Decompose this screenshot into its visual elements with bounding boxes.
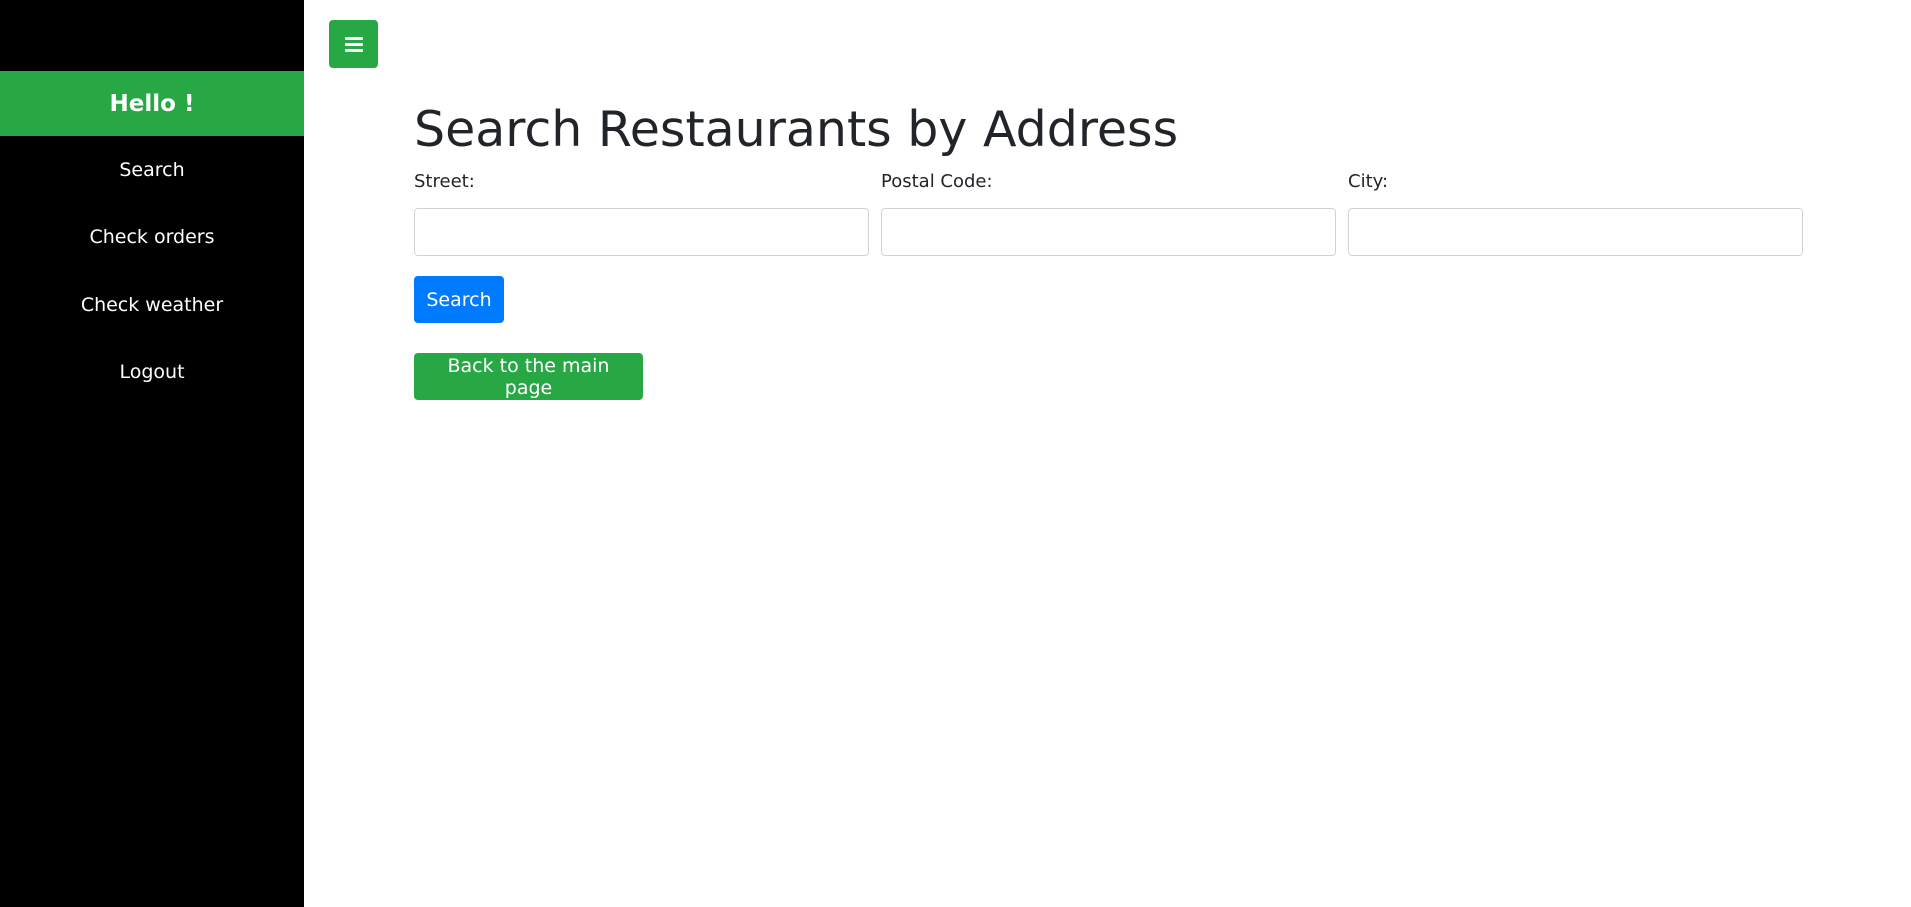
sidebar-greeting: Hello ! bbox=[0, 71, 304, 136]
city-label: City: bbox=[1348, 171, 1389, 192]
hamburger-menu-icon bbox=[344, 36, 363, 52]
postal-code-label: Postal Code: bbox=[881, 171, 993, 192]
menu-toggle-button[interactable] bbox=[329, 20, 378, 68]
sidebar-item-search[interactable]: Search bbox=[0, 136, 304, 204]
back-to-main-button[interactable]: Back to the main page bbox=[414, 353, 643, 400]
postal-code-group: Postal Code: bbox=[881, 170, 1336, 256]
street-label: Street: bbox=[414, 171, 475, 192]
app-root: Hello ! Search Check orders Check weathe… bbox=[0, 0, 1911, 907]
search-button[interactable]: Search bbox=[414, 276, 504, 323]
address-form: Street: Postal Code: City: bbox=[414, 170, 1804, 256]
postal-code-input[interactable] bbox=[881, 208, 1336, 256]
sidebar-item-logout[interactable]: Logout bbox=[0, 339, 304, 407]
city-group: City: bbox=[1348, 170, 1803, 256]
sidebar-item-check-orders[interactable]: Check orders bbox=[0, 204, 304, 272]
city-input[interactable] bbox=[1348, 208, 1803, 256]
street-input[interactable] bbox=[414, 208, 869, 256]
search-panel: Search Restaurants by Address Street: Po… bbox=[414, 98, 1804, 400]
sidebar-nav: Search Check orders Check weather Logout bbox=[0, 136, 304, 406]
main-content: Search Restaurants by Address Street: Po… bbox=[304, 0, 1911, 907]
search-button-row: Search bbox=[414, 256, 1804, 323]
sidebar: Hello ! Search Check orders Check weathe… bbox=[0, 0, 304, 907]
page-title: Search Restaurants by Address bbox=[414, 101, 1179, 158]
street-group: Street: bbox=[414, 170, 869, 256]
sidebar-item-check-weather[interactable]: Check weather bbox=[0, 271, 304, 339]
back-button-row: Back to the main page bbox=[414, 323, 1804, 400]
